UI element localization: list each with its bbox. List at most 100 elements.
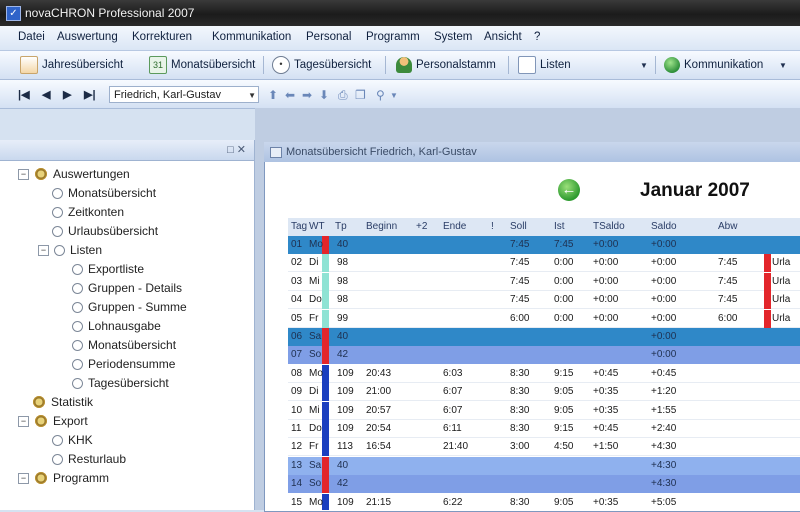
table-row[interactable]: 05 Fr 99 6:00 0:00 +0:00 +0:00 6:00 Urla bbox=[288, 309, 800, 328]
table-cell: Urla bbox=[772, 312, 791, 324]
move-up-icon[interactable]: ⬆ bbox=[268, 88, 278, 102]
tree-item[interactable]: − Export bbox=[18, 414, 88, 428]
table-row[interactable]: 07 So 42 +0:00 bbox=[288, 346, 800, 365]
tree-item[interactable]: Resturlaub bbox=[38, 452, 126, 466]
navigation-toolbar: |◀ ◀ ▶ ▶| Friedrich, Karl-Gustav ▼ ⬆ ⬅ ➡… bbox=[0, 80, 800, 109]
tree-item[interactable]: Exportliste bbox=[58, 262, 144, 276]
menu-kommunikation[interactable]: Kommunikation bbox=[212, 31, 291, 43]
window-title: novaCHRON Professional 2007 bbox=[25, 6, 195, 20]
close-icon[interactable]: □ ✕ bbox=[227, 143, 246, 156]
table-cell: 15 bbox=[291, 496, 303, 508]
menu-help[interactable]: ? bbox=[534, 31, 540, 43]
table-cell: 9:15 bbox=[554, 367, 574, 379]
tree-item[interactable]: Statistik bbox=[18, 395, 93, 409]
column-header[interactable]: ! bbox=[491, 221, 494, 232]
tree-item[interactable]: − Programm bbox=[18, 471, 109, 485]
table-row[interactable]: 06 Sa 40 +0:00 bbox=[288, 328, 800, 346]
next-record-icon[interactable]: ▶ bbox=[63, 88, 71, 101]
copy-icon[interactable]: ❐ bbox=[355, 88, 366, 102]
table-row[interactable]: 08 Mo 109 20:43 6:03 8:30 9:15 +0:45 +0:45 bbox=[288, 364, 800, 383]
last-record-icon[interactable]: ▶| bbox=[84, 88, 96, 101]
kommunikation-dropdown-icon[interactable]: ▼ bbox=[779, 61, 787, 70]
tree-item[interactable]: Tagesübersicht bbox=[58, 376, 169, 390]
column-header[interactable]: Ist bbox=[554, 221, 565, 232]
column-header[interactable]: WT bbox=[309, 221, 325, 232]
table-cell: 7:45 bbox=[510, 239, 530, 250]
node-icon bbox=[72, 339, 83, 351]
previous-record-icon[interactable]: ◀ bbox=[42, 88, 50, 101]
move-right-icon[interactable]: ➡ bbox=[302, 88, 312, 102]
table-cell: 8:30 bbox=[510, 496, 530, 508]
table-cell: 11 bbox=[291, 423, 302, 434]
tree-item[interactable]: Monatsübersicht bbox=[58, 338, 176, 352]
table-row[interactable]: 02 Di 98 7:45 0:00 +0:00 +0:00 7:45 Urla bbox=[288, 254, 800, 273]
table-row[interactable]: 15 Mo 109 21:15 6:22 8:30 9:05 +0:35 +5:05 bbox=[288, 493, 800, 510]
move-down-icon[interactable]: ⬇ bbox=[319, 88, 329, 102]
day-type-marker bbox=[322, 420, 329, 438]
day-type-marker bbox=[322, 328, 329, 346]
month-title: Januar 2007 bbox=[640, 180, 750, 201]
tree-item[interactable]: Urlaubsübersicht bbox=[38, 224, 158, 238]
jahresuebersicht-button[interactable]: Jahresübersicht bbox=[20, 56, 123, 74]
tree-item[interactable]: Monatsübersicht bbox=[38, 186, 156, 200]
column-header[interactable]: TSaldo bbox=[593, 221, 625, 232]
search-icon[interactable]: ⚲ bbox=[376, 88, 385, 102]
tree-toggle-icon[interactable]: − bbox=[38, 244, 49, 256]
table-cell: +0:00 bbox=[651, 257, 677, 269]
tree-toggle-icon[interactable]: − bbox=[18, 415, 29, 427]
table-row[interactable]: 01 Mo 40 7:45 7:45 +0:00 +0:00 bbox=[288, 236, 800, 254]
tagesuebersicht-button[interactable]: • Tagesübersicht bbox=[272, 56, 371, 74]
table-row[interactable]: 11 Do 109 20:54 6:11 8:30 9:15 +0:45 +2:40 bbox=[288, 420, 800, 438]
tree-item[interactable]: − Auswertungen bbox=[18, 167, 130, 181]
absence-marker bbox=[764, 309, 771, 328]
tree-item-label: Listen bbox=[70, 243, 103, 257]
table-row[interactable]: 13 Sa 40 +4:30 bbox=[288, 456, 800, 475]
menu-programm[interactable]: Programm bbox=[366, 31, 420, 43]
column-header[interactable]: Abw bbox=[718, 221, 737, 232]
table-row[interactable]: 04 Do 98 7:45 0:00 +0:00 +0:00 7:45 Urla bbox=[288, 291, 800, 310]
table-row[interactable]: 10 Mi 109 20:57 6:07 8:30 9:05 +0:35 +1:55 bbox=[288, 401, 800, 420]
menu-datei[interactable]: Datei bbox=[18, 31, 45, 43]
table-cell: 109 bbox=[337, 404, 354, 416]
column-header[interactable]: Soll bbox=[510, 221, 527, 232]
menu-korrekturen[interactable]: Korrekturen bbox=[132, 31, 192, 43]
tree-item[interactable]: KHK bbox=[38, 433, 93, 447]
node-icon bbox=[52, 225, 63, 237]
tree-item[interactable]: Periodensumme bbox=[58, 357, 175, 371]
table-cell: So bbox=[309, 349, 322, 361]
listen-dropdown-icon[interactable]: ▼ bbox=[640, 61, 648, 70]
kommunikation-button[interactable]: Kommunikation bbox=[664, 56, 763, 74]
table-row[interactable]: 12 Fr 113 16:54 21:40 3:00 4:50 +1:50 +4:30 bbox=[288, 438, 800, 457]
tree-item[interactable]: − Listen bbox=[38, 243, 102, 257]
move-left-icon[interactable]: ⬅ bbox=[285, 88, 295, 102]
table-row[interactable]: 14 So 42 +4:30 bbox=[288, 475, 800, 494]
person-select[interactable]: Friedrich, Karl-Gustav ▼ bbox=[109, 86, 259, 103]
tree-item[interactable]: Zeitkonten bbox=[38, 205, 124, 219]
menu-ansicht[interactable]: Ansicht bbox=[484, 31, 522, 43]
column-header[interactable]: +2 bbox=[416, 221, 427, 232]
table-row[interactable]: 03 Mi 98 7:45 0:00 +0:00 +0:00 7:45 Urla bbox=[288, 272, 800, 291]
tree-item[interactable]: Gruppen - Summe bbox=[58, 300, 187, 314]
first-record-icon[interactable]: |◀ bbox=[18, 88, 30, 101]
table-cell: 7:45 bbox=[718, 275, 738, 287]
column-header[interactable]: Beginn bbox=[366, 221, 397, 232]
tree-toggle-icon[interactable]: − bbox=[18, 168, 29, 180]
column-header[interactable]: Tag bbox=[291, 221, 307, 232]
column-header[interactable]: Ende bbox=[443, 221, 466, 232]
listen-button[interactable]: Listen bbox=[518, 56, 571, 74]
menu-system[interactable]: System bbox=[434, 31, 472, 43]
search-dropdown-icon[interactable]: ▼ bbox=[390, 91, 398, 100]
toolbar-separator bbox=[655, 56, 656, 74]
print-icon[interactable]: ⎙ bbox=[338, 88, 348, 103]
personalstamm-button[interactable]: Personalstamm bbox=[396, 56, 496, 74]
tree-toggle-icon[interactable]: − bbox=[18, 472, 29, 484]
tree-item[interactable]: Lohnausgabe bbox=[58, 319, 161, 333]
table-row[interactable]: 09 Di 109 21:00 6:07 8:30 9:05 +0:35 +1:20 bbox=[288, 383, 800, 402]
menu-personal[interactable]: Personal bbox=[306, 31, 351, 43]
tree-item[interactable]: Gruppen - Details bbox=[58, 281, 182, 295]
back-arrow-icon[interactable]: ← bbox=[558, 179, 580, 201]
column-header[interactable]: Saldo bbox=[651, 221, 677, 232]
monatsuebersicht-button[interactable]: 31 Monatsübersicht bbox=[149, 56, 255, 74]
menu-auswertung[interactable]: Auswertung bbox=[57, 31, 118, 43]
column-header[interactable]: Tp bbox=[335, 221, 347, 232]
